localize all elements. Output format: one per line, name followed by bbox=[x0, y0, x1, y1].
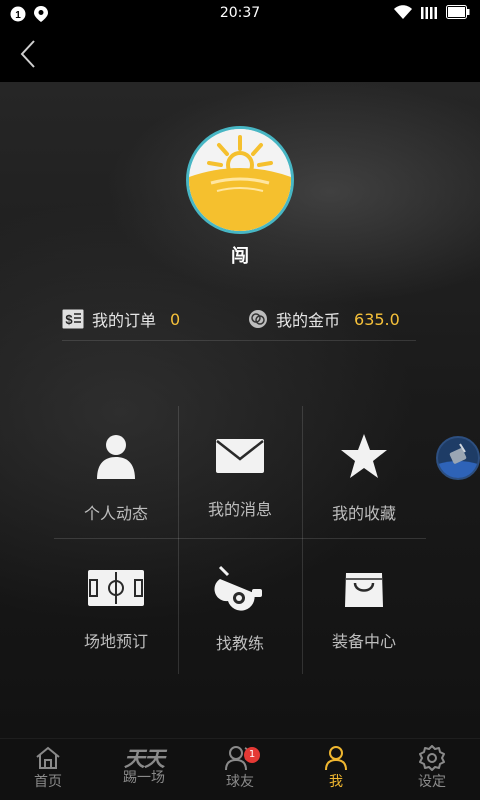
tab-play-match[interactable]: 天天 踢一场 bbox=[96, 739, 192, 800]
svg-text:$: $ bbox=[65, 312, 73, 327]
home-icon bbox=[36, 746, 60, 769]
avatar-image bbox=[189, 129, 291, 231]
gear-icon bbox=[419, 745, 445, 771]
coins-value: 635.0 bbox=[354, 309, 400, 329]
my-orders[interactable]: $ 我的订单 0 bbox=[62, 304, 180, 334]
stats-row: $ 我的订单 0 我的金币 635.0 bbox=[62, 304, 416, 334]
menu-my-messages[interactable]: 我的消息 bbox=[178, 426, 302, 556]
tab-label: 我 bbox=[329, 774, 343, 790]
signal-icon bbox=[421, 7, 437, 19]
tab-label: 首页 bbox=[34, 774, 62, 790]
my-coins[interactable]: 我的金币 635.0 bbox=[248, 304, 400, 334]
status-bar: 1 20:37 bbox=[0, 0, 480, 28]
avatar[interactable] bbox=[186, 126, 294, 234]
menu-equipment-center[interactable]: 装备中心 bbox=[302, 558, 426, 688]
top-bar bbox=[0, 28, 480, 82]
soccer-field-icon bbox=[88, 570, 144, 606]
status-right-icons bbox=[394, 5, 470, 19]
whistle-icon bbox=[214, 565, 262, 611]
wifi-icon bbox=[394, 5, 412, 19]
star-icon bbox=[341, 434, 387, 478]
chevron-left-icon bbox=[20, 40, 35, 68]
battery-icon bbox=[446, 5, 470, 19]
shopping-bag-icon bbox=[345, 573, 383, 607]
menu-personal-feed[interactable]: 个人动态 bbox=[54, 426, 178, 556]
receipt-icon: $ bbox=[62, 309, 84, 329]
profile-panel: 闯 $ 我的订单 0 我的金币 635.0 个人动态 我的消息 我的收藏 场地预… bbox=[0, 82, 480, 738]
menu-label: 个人动态 bbox=[83, 504, 148, 523]
menu-label: 我的消息 bbox=[207, 500, 272, 519]
menu-venue-booking[interactable]: 场地预订 bbox=[54, 558, 178, 688]
coins-label: 我的金币 bbox=[276, 311, 341, 330]
menu-label: 装备中心 bbox=[331, 632, 396, 651]
tab-label: 球友 bbox=[226, 774, 254, 790]
menu-find-coach[interactable]: 找教练 bbox=[178, 558, 302, 688]
tab-friends[interactable]: 1 球友 bbox=[192, 739, 288, 800]
envelope-icon bbox=[216, 439, 264, 473]
menu-label: 我的收藏 bbox=[331, 504, 396, 523]
tab-me[interactable]: 我 bbox=[288, 739, 384, 800]
tab-label: 设定 bbox=[418, 774, 446, 790]
tab-label: 踢一场 bbox=[123, 770, 165, 786]
stats-divider bbox=[62, 340, 416, 341]
tab-home[interactable]: 首页 bbox=[0, 739, 96, 800]
user-icon bbox=[325, 746, 347, 771]
notification-badge: 1 bbox=[244, 747, 260, 763]
menu-label: 场地预订 bbox=[83, 632, 148, 651]
menu-my-favorites[interactable]: 我的收藏 bbox=[302, 426, 426, 556]
broom-icon bbox=[438, 443, 478, 478]
bottom-tab-bar: 首页 天天 踢一场 1 球友 我 设定 bbox=[0, 738, 480, 800]
menu-label: 找教练 bbox=[215, 634, 264, 653]
username: 闯 bbox=[231, 246, 249, 267]
tab-settings[interactable]: 设定 bbox=[384, 739, 480, 800]
back-button[interactable] bbox=[12, 36, 48, 72]
person-icon bbox=[97, 435, 135, 479]
floating-assistant-button[interactable] bbox=[436, 436, 480, 480]
orders-label: 我的订单 bbox=[92, 311, 157, 330]
coin-icon bbox=[249, 310, 267, 328]
orders-value: 0 bbox=[170, 309, 181, 329]
